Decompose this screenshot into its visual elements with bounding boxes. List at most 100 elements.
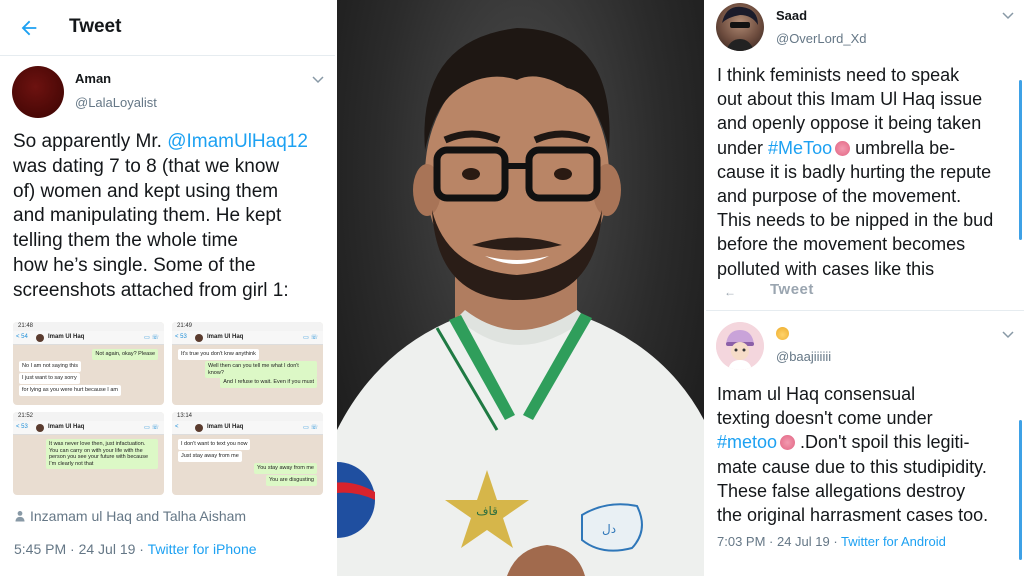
- chat-back-label: <: [175, 424, 179, 430]
- avatar-cartoon: [716, 322, 764, 370]
- svg-text:قاف: قاف: [476, 504, 498, 518]
- author-handle[interactable]: @baajiiiiii: [776, 349, 831, 364]
- tagged-people-label: Inzamam ul Haq and Talha Aisham: [30, 508, 247, 524]
- tweet-meta: 7:03 PM · 24 Jul 19 · Twitter for Androi…: [717, 534, 946, 549]
- tweet-text-line: under #MeToo umbrella be-: [717, 136, 955, 160]
- metoo-emoji-icon: [835, 140, 851, 156]
- tweet-header: Tweet: [0, 0, 335, 56]
- tweet-text-line: and purpose of the movement.: [717, 184, 961, 208]
- chevron-down-icon[interactable]: [1002, 12, 1014, 20]
- contact-name: Imam Ul Haq: [207, 424, 244, 430]
- call-icon: ▭ ☏: [144, 335, 159, 341]
- source-link[interactable]: Twitter for Android: [841, 534, 946, 549]
- scrollbar-thumb[interactable]: [1019, 420, 1022, 560]
- call-icon: ▭ ☏: [144, 425, 159, 431]
- timestamp: 5:45 PM · 24 Jul 19 ·: [14, 541, 148, 557]
- text-segment: polluted with cases like this: [717, 258, 935, 279]
- chat-bubble: I just want to say sorry: [19, 373, 80, 384]
- status-bar-time: 13:14: [172, 412, 323, 421]
- source-link[interactable]: Twitter for iPhone: [148, 541, 257, 557]
- text-segment: of) women and kept using them: [13, 180, 279, 202]
- back-arrow-icon: ←: [724, 285, 736, 299]
- chat-screenshot[interactable]: 21:49 < 53 Imam Ul Haq ▭ ☏ It's true you don…: [172, 322, 323, 405]
- chat-back-label: < 53: [175, 334, 187, 340]
- chat-bubble: Not again, okay? Please: [92, 349, 158, 360]
- tweet-text-line: So apparently Mr. @ImamUlHaq12: [13, 130, 308, 155]
- chat-header: < 53 Imam Ul Haq ▭ ☏: [13, 421, 164, 435]
- text-segment: and purpose of the movement.: [717, 186, 962, 206]
- tweet-text-line: I think feminists need to speak: [717, 63, 959, 87]
- status-bar-time: 21:52: [13, 412, 164, 421]
- chat-bubble: It's true you don't knw anythink: [178, 349, 259, 360]
- contact-name: Imam Ul Haq: [207, 334, 244, 340]
- person-icon: [14, 509, 26, 522]
- tweet-text-line: before the movement becomes: [717, 232, 965, 256]
- chat-back-label: < 54: [16, 334, 28, 340]
- chat-header: < 53 Imam Ul Haq ▭ ☏: [172, 331, 323, 345]
- author-handle[interactable]: @OverLord_Xd: [776, 31, 867, 46]
- chat-bubble: I don't want to text you now: [178, 439, 251, 450]
- timestamp: 7:03 PM · 24 Jul 19 ·: [717, 534, 842, 549]
- scrollbar-thumb[interactable]: [1019, 80, 1022, 240]
- text-segment: before the movement becomes: [717, 234, 966, 255]
- chevron-down-icon[interactable]: [312, 76, 324, 84]
- tweet-text-line: screenshots attached from girl 1:: [13, 279, 289, 304]
- tagged-people[interactable]: Inzamam ul Haq and Talha Aisham: [14, 508, 246, 524]
- tweet-text-line: mate cause due to this studipidity.: [717, 455, 987, 479]
- text-segment: I think feminists need to speak: [717, 65, 960, 85]
- tweet-text-line: polluted with cases like this: [717, 257, 934, 281]
- tweet-text-line: how he’s single. Some of the: [13, 254, 256, 279]
- contact-avatar: [36, 334, 44, 342]
- chat-header: < Imam Ul Haq ▭ ☏: [172, 421, 323, 435]
- chat-screenshot[interactable]: 21:52 < 53 Imam Ul Haq ▭ ☏ It was never love…: [13, 412, 164, 495]
- chevron-down-icon[interactable]: [1002, 331, 1014, 339]
- hashtag-link[interactable]: #MeToo: [768, 138, 832, 158]
- chat-screenshot[interactable]: 21:48 < 54 Imam Ul Haq ▭ ☏ Not again, okay? …: [13, 322, 164, 405]
- right-tweets-panel: Saad @OverLord_Xd I think feminists need…: [706, 0, 1024, 576]
- call-icon: ▭ ☏: [303, 425, 318, 431]
- chat-bubble: Well then can you tell me what I don't k…: [205, 361, 317, 378]
- chat-bubble: No I am not saying this: [19, 361, 81, 372]
- contact-name: Imam Ul Haq: [48, 424, 85, 430]
- contact-avatar: [195, 424, 203, 432]
- tweet-text-line: was dating 7 to 8 (that we know: [13, 155, 279, 180]
- text-segment: telling them the whole time: [13, 230, 238, 252]
- chat-bubble: You are disgusting: [265, 475, 317, 486]
- text-segment: So apparently Mr.: [13, 131, 168, 152]
- player-illustration: قاف دل: [337, 28, 704, 576]
- avatar[interactable]: [716, 322, 764, 370]
- chat-screenshot[interactable]: 13:14 < Imam Ul Haq ▭ ☏ I don't want to text…: [172, 412, 323, 495]
- text-segment: This needs to be nipped in the bud: [717, 210, 994, 231]
- girl-emoji-icon: [776, 327, 789, 340]
- metoo-emoji-icon: [780, 435, 796, 451]
- status-bar-time: 21:49: [172, 322, 323, 331]
- hashtag-link[interactable]: #metoo: [717, 432, 777, 452]
- text-segment: mate cause due to this studipidity.: [717, 456, 987, 477]
- tweet-text-line: the original harrasment cases too.: [717, 503, 988, 527]
- avatar[interactable]: [716, 3, 764, 51]
- call-icon: ▭ ☏: [303, 335, 318, 341]
- author-name[interactable]: Saad: [776, 8, 807, 23]
- tweet-text-line: cause it is badly hurting the repute: [717, 160, 991, 184]
- author-name-emoji[interactable]: [776, 327, 789, 343]
- text-segment: These false allegations destroy: [717, 480, 966, 501]
- text-segment: umbrella be-: [850, 137, 956, 158]
- tweet-text-line: Imam ul Haq consensual: [717, 382, 915, 406]
- tweet-text-line: #metoo .Don't spoil this legiti-: [717, 430, 970, 454]
- text-segment: cause it is badly hurting the repute: [717, 161, 992, 182]
- author-name[interactable]: Aman: [75, 71, 111, 86]
- text-segment: .Don't spoil this legiti-: [795, 432, 970, 453]
- back-arrow-icon[interactable]: [18, 17, 40, 39]
- text-segment: Imam ul Haq consensual: [717, 384, 916, 404]
- chat-back-label: < 53: [16, 424, 28, 430]
- author-handle[interactable]: @LalaLoyalist: [75, 95, 157, 110]
- tweet-divider: [706, 310, 1024, 311]
- hashtag-link[interactable]: @ImamUlHaq12: [167, 131, 308, 152]
- chat-bubble: It was never love then, just infactuatio…: [46, 439, 158, 469]
- header-title: Tweet: [69, 16, 122, 37]
- status-bar-time: 21:48: [13, 322, 164, 331]
- player-photo: قاف دل: [337, 0, 704, 576]
- text-segment: texting doesn't come under: [717, 408, 933, 429]
- avatar[interactable]: [12, 66, 64, 118]
- tweet-meta: 5:45 PM · 24 Jul 19 · Twitter for iPhone: [14, 541, 257, 557]
